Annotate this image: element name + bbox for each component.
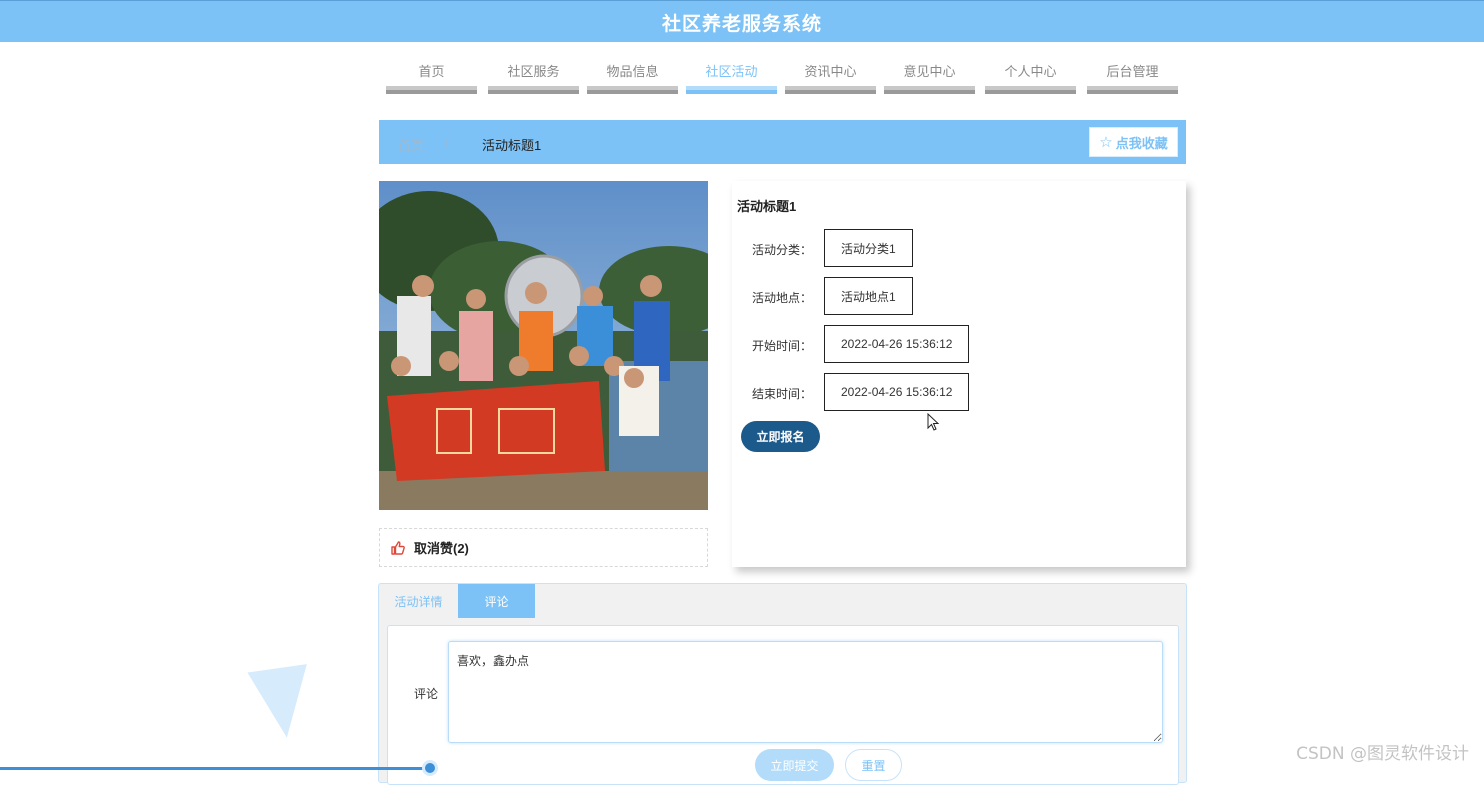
nav-item-underline — [686, 86, 777, 94]
breadcrumb: 首页 / 活动标题1 ☆ 点我收藏 — [379, 120, 1186, 164]
bottom-accent-dot — [422, 760, 438, 776]
field-value-category: 活动分类1 — [824, 229, 913, 267]
nav-item-community-activity[interactable]: 社区活动 — [686, 56, 777, 94]
watermark-text: CSDN @图灵软件设计 — [1296, 744, 1469, 764]
reset-button[interactable]: 重置 — [845, 749, 902, 781]
comment-panel: 评论 立即提交 重置 — [387, 625, 1179, 785]
nav-item-underline — [488, 86, 579, 94]
nav-item-label: 首页 — [418, 64, 445, 79]
nav-item-underline — [785, 86, 876, 94]
star-outline-icon: ☆ — [1099, 134, 1113, 151]
nav-item-goods-info[interactable]: 物品信息 — [587, 56, 678, 94]
like-label: 取消赞(2) — [414, 541, 469, 556]
breadcrumb-separator: / — [445, 135, 449, 150]
detail-tabs: 活动详情 评论 评论 立即提交 重置 — [378, 583, 1187, 785]
activity-title: 活动标题1 — [737, 199, 797, 214]
nav-item-feedback-center[interactable]: 意见中心 — [884, 56, 975, 94]
field-value-start-time: 2022-04-26 15:36:12 — [824, 325, 970, 363]
nav-item-news-center[interactable]: 资讯中心 — [785, 56, 876, 94]
submit-button[interactable]: 立即提交 — [755, 749, 834, 781]
thumbs-up-icon — [391, 540, 405, 555]
comment-textarea[interactable] — [448, 641, 1163, 743]
nav-item-admin[interactable]: 后台管理 — [1087, 56, 1178, 94]
field-value-end-time: 2022-04-26 15:36:12 — [824, 373, 970, 411]
top-header: 社区养老服务系统 — [0, 0, 1484, 42]
breadcrumb-current: 活动标题1 — [482, 138, 542, 153]
mouse-cursor-icon — [927, 413, 940, 431]
nav-item-underline — [985, 86, 1076, 94]
comment-label: 评论 — [414, 687, 439, 701]
nav-item-label: 社区服务 — [507, 64, 560, 79]
nav-item-underline — [386, 86, 477, 94]
nav-item-label: 社区活动 — [705, 64, 758, 79]
activity-photo — [379, 181, 708, 510]
decorative-triangle — [247, 664, 317, 742]
field-label-location: 活动地点： — [752, 291, 813, 305]
nav-item-community-service[interactable]: 社区服务 — [488, 56, 579, 94]
field-label-start-time: 开始时间： — [752, 339, 813, 353]
favorite-button[interactable]: ☆ 点我收藏 — [1089, 127, 1178, 157]
like-toggle-button[interactable]: 取消赞(2) — [379, 528, 708, 567]
nav-item-label: 个人中心 — [1004, 64, 1057, 79]
activity-photo-image — [379, 181, 708, 510]
nav-item-label: 物品信息 — [606, 64, 659, 79]
field-label-category: 活动分类： — [752, 243, 813, 257]
signup-button[interactable]: 立即报名 — [741, 421, 820, 452]
nav-item-home[interactable]: 首页 — [386, 56, 477, 94]
main-nav: 首页 社区服务 物品信息 社区活动 资讯中心 意见中心 个人中心 后台管理 — [0, 56, 1484, 96]
tab-activity-details[interactable]: 活动详情 — [379, 584, 458, 618]
breadcrumb-home-link[interactable]: 首页 — [398, 135, 424, 154]
app-title: 社区养老服务系统 — [661, 14, 822, 35]
field-label-end-time: 结束时间： — [752, 387, 813, 401]
nav-item-underline — [587, 86, 678, 94]
activity-info-card: 活动标题1 活动分类： 活动分类1 活动地点： 活动地点1 开始时间： 2022… — [732, 181, 1186, 567]
tab-comments[interactable]: 评论 — [458, 584, 535, 618]
nav-item-personal-center[interactable]: 个人中心 — [985, 56, 1076, 94]
nav-item-underline — [884, 86, 975, 94]
field-value-location: 活动地点1 — [824, 277, 913, 315]
nav-item-underline — [1087, 86, 1178, 94]
nav-item-label: 意见中心 — [903, 64, 956, 79]
nav-item-label: 后台管理 — [1106, 64, 1159, 79]
nav-item-label: 资讯中心 — [804, 64, 857, 79]
favorite-button-label: 点我收藏 — [1115, 135, 1168, 151]
